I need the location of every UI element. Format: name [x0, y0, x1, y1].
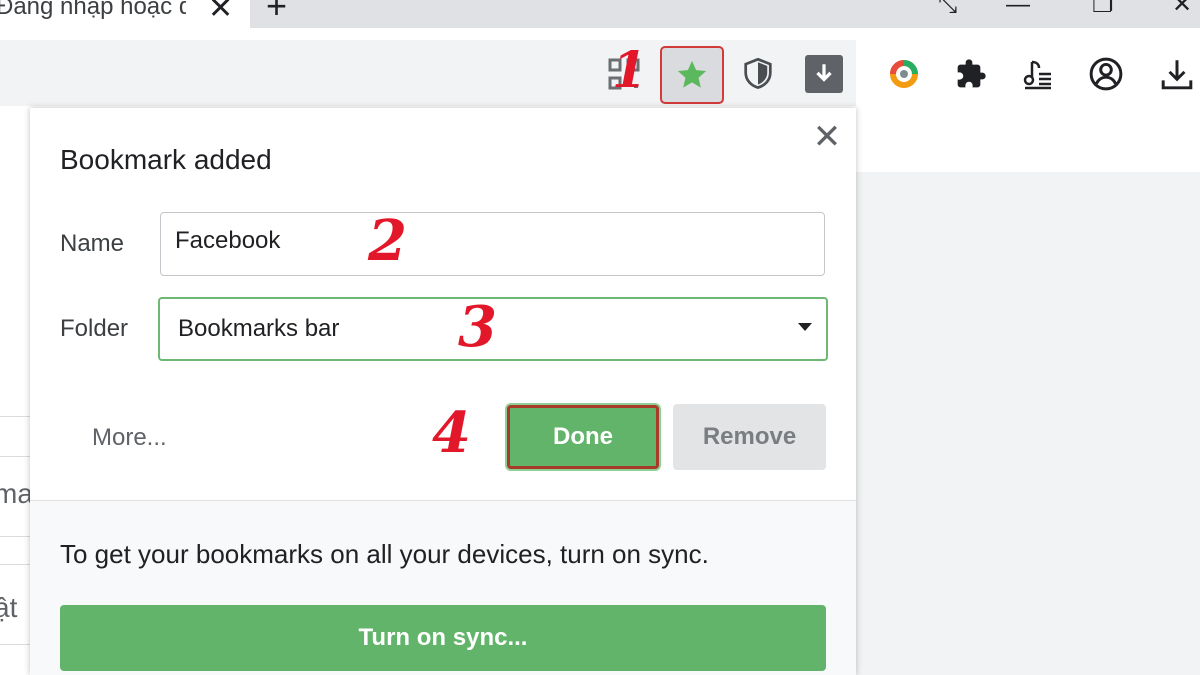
star-icon	[677, 60, 707, 88]
sync-promo: To get your bookmarks on all your device…	[30, 501, 856, 675]
minimize-icon[interactable]: —	[1006, 0, 1030, 20]
dialog-title: Bookmark added	[60, 144, 272, 175]
tab-strip: Đăng nhập hoặc đ ✕ + ⤡ — ❐ ✕	[0, 0, 1200, 28]
tab-close-icon[interactable]: ✕	[208, 0, 233, 26]
annotation-number-3: 3	[458, 294, 497, 360]
close-icon[interactable]: ✕	[810, 120, 844, 154]
colorful-ring-icon[interactable]	[886, 56, 922, 92]
shield-icon[interactable]	[740, 56, 776, 92]
divider	[0, 536, 30, 537]
divider	[0, 416, 30, 417]
profile-icon[interactable]	[1088, 56, 1124, 92]
more-button[interactable]: More...	[92, 424, 167, 452]
window-close-icon[interactable]: ✕	[1172, 0, 1192, 20]
partial-text: ật	[0, 592, 18, 623]
new-tab-button[interactable]: +	[266, 0, 287, 26]
annotation-number-4: 4	[432, 400, 471, 466]
name-field[interactable]: Facebook	[160, 212, 825, 276]
sync-message: To get your bookmarks on all your device…	[60, 539, 709, 569]
remove-button[interactable]: Remove	[673, 404, 826, 470]
name-value: Facebook	[175, 227, 281, 254]
maximize-icon[interactable]: ❐	[1092, 0, 1114, 20]
done-button[interactable]: Done	[507, 405, 659, 469]
address-bar[interactable]	[0, 40, 856, 106]
turn-on-sync-button[interactable]: Turn on sync...	[60, 605, 826, 671]
divider	[0, 456, 30, 457]
bookmark-added-dialog: Bookmark added ✕ Name Facebook 2 Folder …	[30, 108, 856, 675]
annotation-number-1: 1	[612, 40, 647, 99]
folder-value: Bookmarks bar	[178, 315, 340, 342]
folder-label: Folder	[60, 315, 129, 342]
download-icon[interactable]	[1158, 56, 1196, 92]
name-label: Name	[60, 230, 125, 257]
chevron-down-icon	[798, 323, 812, 331]
annotation-number-2: 2	[368, 208, 407, 274]
media-music-icon[interactable]	[1020, 56, 1056, 92]
page-left-edge: ma ật	[0, 108, 33, 675]
puzzle-icon[interactable]	[953, 56, 989, 92]
window-restore-icon[interactable]: ⤡	[938, 0, 957, 20]
browser-toolbar: 1	[0, 28, 1200, 108]
page-background	[856, 172, 1200, 675]
active-tab[interactable]: Đăng nhập hoặc đ ✕	[0, 0, 250, 28]
tab-title: Đăng nhập hoặc đ	[0, 0, 186, 20]
divider	[0, 564, 30, 565]
divider	[0, 644, 30, 645]
download-arrow-icon[interactable]	[805, 55, 843, 93]
partial-text: ma	[0, 478, 33, 509]
bookmark-star-button[interactable]	[660, 46, 724, 104]
